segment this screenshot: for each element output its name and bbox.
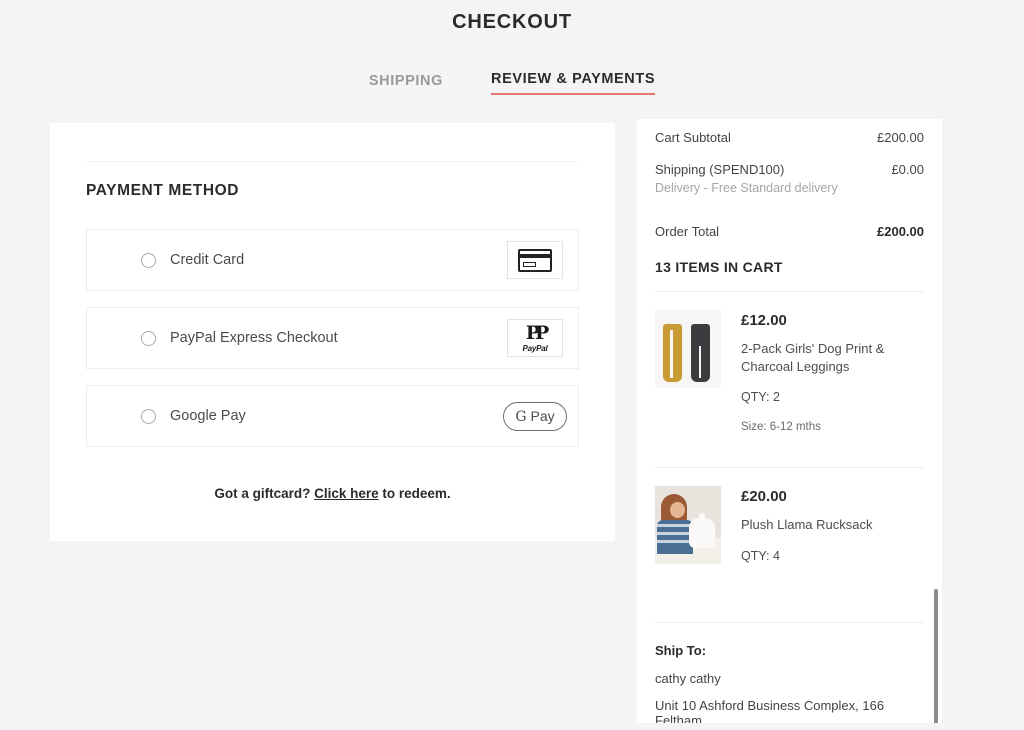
cart-item: £12.00 2-Pack Girls' Dog Print & Charcoa… [655, 292, 924, 451]
radio-credit-card[interactable] [141, 252, 156, 268]
total-value: £0.00 [891, 162, 924, 177]
giftcard-suffix: to redeem. [378, 486, 451, 501]
google-pay-icon: G Pay [503, 401, 567, 431]
total-value: £200.00 [877, 130, 924, 145]
ship-to-name: cathy cathy [655, 671, 721, 687]
photo-stripe [657, 524, 693, 528]
leggings-thumbnail [655, 310, 721, 388]
tab-review-and-payments[interactable]: REVIEW & PAYMENTS [491, 71, 656, 95]
summary-scrollbar[interactable] [932, 119, 940, 723]
giftcard-prefix: Got a giftcard? [214, 486, 315, 501]
checkout-tabs: SHIPPING REVIEW & PAYMENTS [0, 71, 1024, 95]
photo-stripe [657, 540, 693, 544]
cart-item-qty: QTY: 4 [741, 548, 780, 563]
payment-option-google-pay[interactable]: Google Pay G Pay [86, 385, 579, 447]
total-row-shipping: Shipping (SPEND100) £0.00 [655, 162, 924, 177]
payment-method-list: Credit Card PayPal Express Checkout PP P… [86, 229, 579, 463]
total-label: Cart Subtotal [655, 130, 731, 145]
cart-item: £20.00 Plush Llama Rucksack QTY: 4 [655, 468, 924, 582]
paypal-icon: PP PayPal [522, 321, 550, 353]
google-pay-g: G [515, 408, 527, 425]
photo-stripe [657, 532, 693, 536]
checkout-content: PAYMENT METHOD Credit Card PayPal Expres… [0, 119, 1024, 723]
paypal-badge: PP PayPal [507, 319, 563, 357]
order-summary-panel: Cart Subtotal £200.00 Shipping (SPEND100… [637, 119, 942, 723]
photo-child-body [657, 520, 693, 555]
payment-option-label: PayPal Express Checkout [170, 330, 338, 346]
credit-card-icon [518, 248, 552, 272]
legging-mustard-shape [663, 324, 682, 382]
payment-method-heading: PAYMENT METHOD [86, 182, 240, 199]
cart-item-price: £20.00 [741, 488, 787, 506]
google-pay-word: Pay [530, 407, 555, 424]
cart-item-name: 2-Pack Girls' Dog Print & Charcoal Leggi… [741, 341, 885, 375]
total-label: Order Total [655, 224, 720, 239]
cart-item-qty: QTY: 2 [741, 390, 780, 405]
payment-option-label: Google Pay [170, 408, 246, 424]
shipping-method-note: Delivery - Free Standard delivery [655, 181, 838, 195]
payment-option-paypal-express-checkout[interactable]: PayPal Express Checkout PP PayPal [86, 307, 579, 369]
panel-top-divider [86, 161, 579, 162]
total-value: £200.00 [877, 224, 924, 239]
page-title: CHECKOUT [452, 11, 572, 33]
total-label: Shipping (SPEND100) [655, 162, 785, 177]
payment-option-label: Credit Card [170, 252, 245, 268]
summary-scrollbar-thumb[interactable] [934, 589, 938, 723]
credit-card-badge [507, 241, 563, 279]
giftcard-redeem-link[interactable]: Click here [314, 486, 379, 501]
rucksack-thumbnail [655, 486, 721, 565]
tab-shipping[interactable]: SHIPPING [369, 73, 443, 95]
radio-paypal-express-checkout[interactable] [141, 330, 156, 346]
total-row-order-total: Order Total £200.00 [655, 224, 924, 239]
payment-method-panel: PAYMENT METHOD Credit Card PayPal Expres… [50, 123, 615, 541]
ship-to-title: Ship To: [655, 643, 707, 659]
items-in-cart-heading[interactable]: 13 ITEMS IN CART [655, 259, 924, 275]
cart-item-info: £12.00 2-Pack Girls' Dog Print & Charcoa… [741, 310, 921, 433]
total-row-cart-subtotal: Cart Subtotal £200.00 [655, 130, 924, 145]
cart-item-price: £12.00 [741, 312, 787, 329]
google-pay-badge: G Pay [503, 397, 567, 435]
photo-llama-toy [689, 518, 715, 549]
giftcard-redeem-line: Got a giftcard? Click here to redeem. [50, 486, 615, 501]
paypal-monogram: PP [525, 321, 550, 344]
ship-to-address: Unit 10 Ashford Business Complex, 166 Fe… [655, 698, 885, 723]
order-summary-content: Cart Subtotal £200.00 Shipping (SPEND100… [637, 119, 942, 723]
cart-item-name: Plush Llama Rucksack [741, 517, 873, 533]
cart-item-size: Size: 6-12 mths [741, 421, 821, 434]
radio-google-pay[interactable] [141, 408, 156, 424]
order-totals: Cart Subtotal £200.00 Shipping (SPEND100… [655, 119, 924, 239]
paypal-wordmark: PayPal [522, 343, 548, 353]
legging-charcoal-shape [691, 324, 710, 382]
payment-option-credit-card[interactable]: Credit Card [86, 229, 579, 291]
cart-item-info: £20.00 Plush Llama Rucksack QTY: 4 [741, 486, 873, 564]
ship-to-block: Ship To: cathy cathy Unit 10 Ashford Bus… [655, 623, 924, 723]
